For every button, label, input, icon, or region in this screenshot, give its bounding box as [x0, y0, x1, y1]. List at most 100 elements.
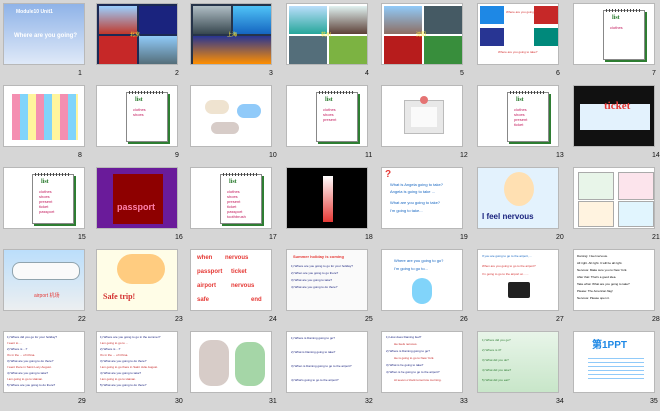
city-label: 沈阳: [416, 32, 427, 38]
slide-number: 12: [460, 152, 468, 159]
slide-thumb-8[interactable]: [3, 85, 85, 147]
question-line: 2) Where is Daming going to go?: [386, 349, 430, 353]
photo-d: [534, 28, 558, 46]
slide-thumb-18[interactable]: [286, 167, 368, 229]
slide-thumb-27[interactable]: If you are going to go to the airport, .…: [477, 249, 559, 311]
slide-number: 8: [78, 152, 82, 159]
slide-thumb-16[interactable]: passport: [96, 167, 178, 229]
slide-number: 19: [460, 234, 468, 241]
slide-thumb-29[interactable]: 1) Where did you go for your holiday? I …: [3, 331, 85, 393]
notepad-graphic: list clothes shoes present ticket: [507, 91, 549, 142]
dialogue-line: Nervous: Please open it.: [577, 296, 610, 300]
question-line: 5) What are you going to do there?: [100, 383, 147, 387]
slide-thumb-12[interactable]: [381, 85, 463, 147]
slide-thumb-10[interactable]: [190, 85, 272, 147]
question-line: 2) Where is ...?: [100, 347, 121, 351]
slide-number: 5: [460, 70, 464, 77]
slide-number: 10: [269, 152, 277, 159]
slide-thumb-7[interactable]: list clothes: [573, 3, 655, 65]
slide-heading: Summer holiday is coming: [293, 254, 344, 259]
shoes-icon: [237, 104, 261, 118]
question-line: 1) Where did you go?: [482, 338, 511, 342]
photo-bridge: [289, 36, 327, 64]
slide-thumb-11[interactable]: list clothes shoes present: [286, 85, 368, 147]
notepad-graphic: list clothes: [603, 9, 645, 60]
slide-thumb-15[interactable]: list clothes shoes present ticket passpo…: [3, 167, 85, 229]
question-line: 4) What are you going to take?: [100, 371, 142, 375]
list-item: ticket: [514, 122, 524, 127]
question-line: 3) What are you going to do there?: [100, 359, 147, 363]
slide-thumb-21[interactable]: [573, 167, 655, 229]
slide-thumb-23[interactable]: Safe trip!: [96, 249, 178, 311]
question-line: Where are you going?: [506, 10, 536, 14]
passport-word: passport: [117, 202, 156, 212]
question-line: 2) When are you going to go there?: [291, 271, 339, 275]
question-line: 4) When is he going to go to the airport…: [386, 370, 440, 374]
slide-thumb-17[interactable]: list clothes shoes present ticket passpo…: [190, 167, 272, 229]
notepad-graphic: list clothes shoes present ticket passpo…: [32, 173, 74, 224]
dialogue-line: Take what: What are you going to take?: [577, 282, 630, 286]
slide-thumb-33[interactable]: 1) How does Daming feel? He feels nervou…: [381, 331, 463, 393]
slide-thumb-14[interactable]: ticket: [573, 85, 655, 147]
slide-thumb-19[interactable]: ? What is Angela going to take? Angela i…: [381, 167, 463, 229]
slide-number: 13: [556, 152, 564, 159]
slide-thumb-5[interactable]: 沈阳: [381, 3, 463, 65]
ribbon-icon: [420, 96, 428, 104]
question-line: Where are you going to take?: [498, 50, 538, 54]
slide-thumb-6[interactable]: Where are you going? Where are you going…: [477, 3, 559, 65]
slide-thumb-32[interactable]: 1) Where is Daming going to go? 2) What …: [286, 331, 368, 393]
slide-thumb-4[interactable]: 杭州: [286, 3, 368, 65]
slide-number: 23: [175, 316, 183, 323]
notepad-graphic: list clothes shoes present: [316, 91, 358, 142]
notepad-graphic: list clothes shoes: [126, 91, 168, 142]
dialogue-line: Daming: I feel nervous.: [577, 254, 608, 258]
slide-thumb-9[interactable]: list clothes shoes: [96, 85, 178, 147]
slide-thumb-34[interactable]: 1) Where did you go? 2) Where is it? 3) …: [477, 331, 559, 393]
document-image: [578, 172, 614, 200]
slide-thumb-25[interactable]: Summer holiday is coming 1) Where are yo…: [286, 249, 368, 311]
answer-line: It's in the ... of China.: [7, 353, 36, 357]
slide-thumb-28[interactable]: Daming: I feel nervous. All right. All r…: [573, 249, 655, 311]
slide-thumb-22[interactable]: airport 机场: [3, 249, 85, 311]
slide-thumb-1[interactable]: Module10 Unit1 Where are you going?: [3, 3, 85, 65]
word-grid-item: ticket: [231, 269, 247, 275]
answer-line: I am going to go to Hainan.: [7, 377, 44, 381]
question-line: 2) Where is it?: [482, 348, 502, 352]
slide-number: 28: [652, 316, 660, 323]
document-image: [618, 201, 654, 227]
slide-number: 21: [652, 234, 660, 241]
slide-number: 9: [175, 152, 179, 159]
slide-number: 26: [460, 316, 468, 323]
slide-thumb-26[interactable]: Where are you going to go? I'm going to …: [381, 249, 463, 311]
list-title: list: [135, 97, 143, 103]
question-line: 3) What are you going to do there?: [7, 359, 54, 363]
photo-city: [424, 6, 462, 34]
photo-a: [480, 6, 504, 24]
spiral-binding: [35, 173, 71, 176]
question-line: Where are you going to go?: [394, 258, 444, 263]
grandma-character-icon: [199, 340, 229, 386]
slide-thumb-31[interactable]: [190, 331, 272, 393]
slide-thumb-2[interactable]: 北京: [96, 3, 178, 65]
answer-line: He is going to go to New York.: [394, 356, 435, 360]
list-item: toothbrush: [227, 214, 246, 219]
slide-number: 20: [556, 234, 564, 241]
slide-number: 30: [175, 398, 183, 405]
spiral-binding: [129, 91, 165, 94]
slide-thumb-20[interactable]: I feel nervous: [477, 167, 559, 229]
slide-subtitle: Where are you going?: [14, 33, 78, 39]
slide-thumb-30[interactable]: 1) Where are you going to go in the summ…: [96, 331, 178, 393]
photo-c: [480, 28, 504, 46]
shoes-icon: [211, 122, 239, 134]
slide-thumb-13[interactable]: list clothes shoes present ticket: [477, 85, 559, 147]
photo-skyline: [193, 6, 231, 34]
slide-number: 7: [652, 70, 656, 77]
clothes-icon: [12, 94, 78, 140]
slide-thumb-3[interactable]: 上海: [190, 3, 272, 65]
question-line: If you are going to go to the airport, .…: [482, 254, 533, 258]
slide-number: 16: [175, 234, 183, 241]
slide-title: Module10 Unit1: [16, 9, 53, 15]
slide-thumb-24[interactable]: when nervous passport ticket airport ner…: [190, 249, 272, 311]
slide-thumb-35[interactable]: 第1PPT: [573, 331, 655, 393]
list-item: present: [323, 117, 337, 122]
